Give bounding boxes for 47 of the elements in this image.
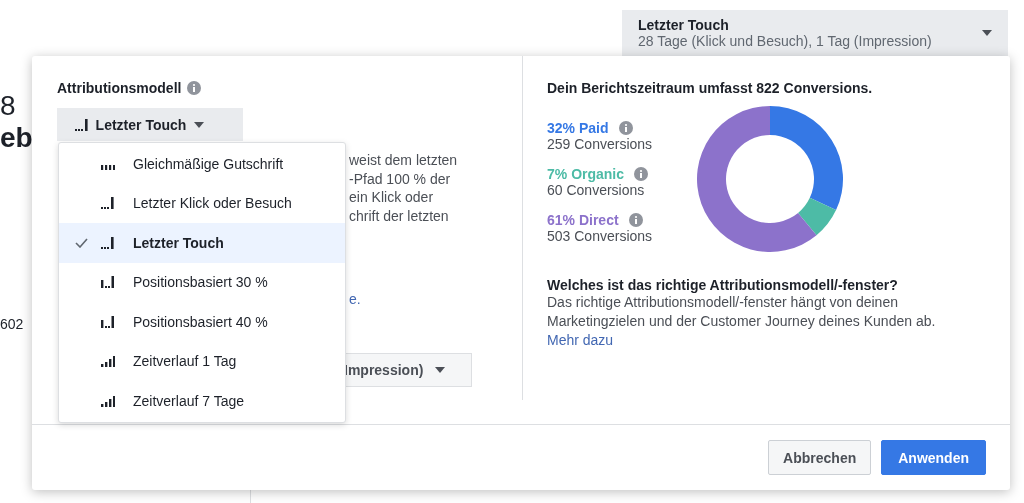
bars-icon bbox=[101, 276, 115, 289]
apply-button[interactable]: Anwenden bbox=[881, 440, 986, 475]
bars-icon bbox=[101, 315, 115, 328]
caret-icon bbox=[982, 30, 992, 36]
legend-count: 503 Conversions bbox=[547, 228, 654, 244]
menu-item[interactable]: Positionsbasiert 30 % bbox=[59, 262, 345, 302]
menu-item[interactable]: Letzter Touch bbox=[59, 223, 345, 263]
legend-label: 61% Direct bbox=[547, 212, 619, 228]
menu-item[interactable]: Letzter Klick oder Besuch bbox=[59, 183, 345, 223]
bars-icon bbox=[101, 395, 116, 407]
cancel-button[interactable]: Abbrechen bbox=[768, 440, 872, 475]
legend-count: 60 Conversions bbox=[547, 182, 646, 198]
menu-item[interactable]: Zeitverlauf 7 Tage bbox=[59, 381, 345, 421]
menu-item[interactable]: Positionsbasiert 40 % bbox=[59, 302, 345, 342]
caret-icon bbox=[435, 367, 446, 373]
menu-item[interactable]: Zeitverlauf 1 Tag bbox=[59, 341, 345, 381]
legend-count: 259 Conversions bbox=[547, 136, 654, 152]
legend-label: 7% Organic bbox=[547, 166, 625, 182]
legend-label: 32% Paid bbox=[547, 120, 609, 136]
menu-item[interactable]: Gleichmäßige Gutschrift bbox=[59, 144, 345, 184]
bars-icon bbox=[101, 164, 116, 170]
bars-icon bbox=[75, 118, 88, 131]
info-icon[interactable] bbox=[634, 167, 649, 181]
check-icon bbox=[75, 237, 88, 248]
bars-icon bbox=[101, 356, 116, 368]
info-icon[interactable] bbox=[628, 213, 643, 227]
background-text: eb bbox=[0, 122, 32, 154]
model-dropdown[interactable]: Letzter Touch bbox=[57, 108, 243, 141]
info-icon[interactable] bbox=[187, 81, 202, 95]
more-link[interactable]: Mehr dazu bbox=[547, 332, 614, 348]
learn-more-link[interactable]: e. bbox=[349, 291, 361, 307]
help-text: Das richtige Attributionsmodell/-fenster hängt von deinen Marketingzielen und der Customer Journey deines Kunden ab. Mehr dazu bbox=[547, 293, 937, 350]
description-text: -Pfad 100 % der bbox=[349, 169, 452, 188]
background-text: 8 bbox=[0, 90, 17, 122]
description-text: weist dem letzten bbox=[349, 151, 459, 170]
help-title: Welches ist das richtige Attributionsmodell/-fenster? bbox=[547, 277, 899, 293]
caret-icon bbox=[194, 121, 205, 128]
description-text: chrift der letzten bbox=[349, 206, 450, 225]
summary-title: Dein Berichtszeitraum umfasst 822 Conversions. bbox=[547, 80, 874, 96]
background-text: 602 bbox=[0, 316, 25, 332]
info-icon[interactable] bbox=[618, 121, 633, 135]
description-text: ein Klick oder bbox=[349, 188, 435, 207]
window-dropdown[interactable]: Impression) bbox=[344, 353, 472, 387]
bars-icon bbox=[101, 197, 114, 210]
field-label: Attributionsmodell bbox=[57, 80, 182, 96]
attribution-dropdown[interactable]: Letzter Touch 28 Tage (Klick und Besuch), 1 Tag (Impression) bbox=[622, 10, 1008, 56]
bars-icon bbox=[101, 236, 114, 249]
